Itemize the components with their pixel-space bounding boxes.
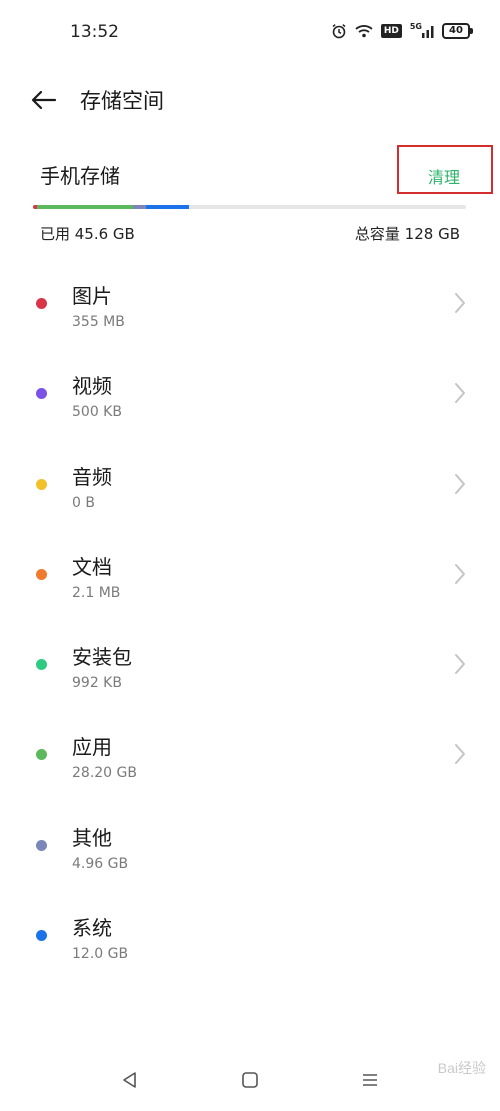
category-color-dot (36, 930, 47, 942)
category-color-dot (36, 839, 47, 851)
category-name: 文档 (72, 554, 112, 579)
category-color-dot (36, 388, 47, 400)
category-item[interactable]: 系统 12.0 GB (0, 892, 500, 982)
usage-segment (145, 205, 189, 209)
category-item[interactable]: 文档 2.1 MB (0, 531, 500, 621)
category-name: 视频 (72, 374, 112, 399)
category-item[interactable]: 音频 0 B (0, 441, 500, 531)
category-list: 图片 355 MB 视频 500 KB 音频 0 B 文档 2.1 MB 安装包 992 KB 应用… (0, 260, 500, 982)
used-storage-label: 已用 45.6 GB (40, 225, 135, 243)
usage-segment (132, 205, 146, 209)
category-size: 500 KB (72, 404, 122, 421)
battery-icon: 40 (442, 23, 473, 39)
chevron-right-icon (455, 563, 465, 584)
category-item[interactable]: 安装包 992 KB (0, 621, 500, 711)
back-button[interactable] (28, 86, 60, 114)
network-type-label: 5G (409, 21, 422, 31)
storage-section-title: 手机存储 (40, 164, 120, 188)
chevron-right-icon (455, 744, 465, 765)
alarm-icon (331, 23, 347, 39)
storage-usage-bar (33, 205, 466, 209)
app-header: 存储空间 (0, 78, 500, 122)
nav-home-button[interactable] (238, 1068, 262, 1092)
status-bar: 13:52 HD 5G 40 (0, 0, 500, 66)
category-name: 安装包 (72, 645, 132, 670)
category-size: 12.0 GB (72, 946, 129, 963)
total-storage-label: 总容量 128 GB (354, 225, 460, 243)
navigation-bar (0, 1060, 500, 1100)
category-size: 2.1 MB (72, 584, 121, 601)
watermark: Bai经验 (437, 1060, 486, 1076)
hd-badge: HD (380, 24, 402, 38)
category-name: 音频 (72, 464, 112, 489)
category-color-dot (36, 298, 47, 309)
nav-back-button[interactable] (118, 1068, 142, 1092)
category-item[interactable]: 视频 500 KB (0, 350, 500, 440)
signal-icon: 5G (409, 21, 434, 38)
nav-menu-button[interactable] (358, 1068, 382, 1092)
category-size: 4.96 GB (72, 855, 129, 872)
status-time: 13:52 (70, 22, 119, 42)
wifi-icon (355, 24, 373, 38)
category-item[interactable]: 其他 4.96 GB (0, 802, 500, 892)
category-name: 应用 (72, 735, 112, 760)
status-icons: HD 5G 40 (331, 21, 473, 39)
category-color-dot (36, 568, 47, 580)
page-title: 存储空间 (80, 89, 164, 113)
chevron-right-icon (455, 654, 465, 675)
category-name: 图片 (72, 284, 112, 308)
category-name: 其他 (72, 825, 112, 850)
category-name: 系统 (72, 916, 112, 941)
category-item[interactable]: 图片 355 MB (0, 260, 500, 350)
category-size: 992 KB (72, 675, 122, 692)
category-color-dot (36, 659, 47, 671)
category-size: 355 MB (72, 314, 125, 330)
usage-segment (37, 205, 133, 209)
triangle-back-icon (123, 1072, 136, 1088)
menu-lines-icon (363, 1074, 377, 1086)
category-size: 0 B (72, 494, 95, 511)
category-color-dot (36, 749, 47, 761)
arrow-left-icon (31, 90, 57, 110)
clean-button[interactable]: 清理 (428, 164, 460, 188)
chevron-right-icon (455, 293, 465, 313)
category-color-dot (36, 478, 47, 490)
chevron-right-icon (455, 383, 465, 404)
square-home-icon (242, 1072, 258, 1088)
category-size: 28.20 GB (72, 765, 137, 782)
chevron-right-icon (455, 473, 465, 494)
category-item[interactable]: 应用 28.20 GB (0, 711, 500, 801)
